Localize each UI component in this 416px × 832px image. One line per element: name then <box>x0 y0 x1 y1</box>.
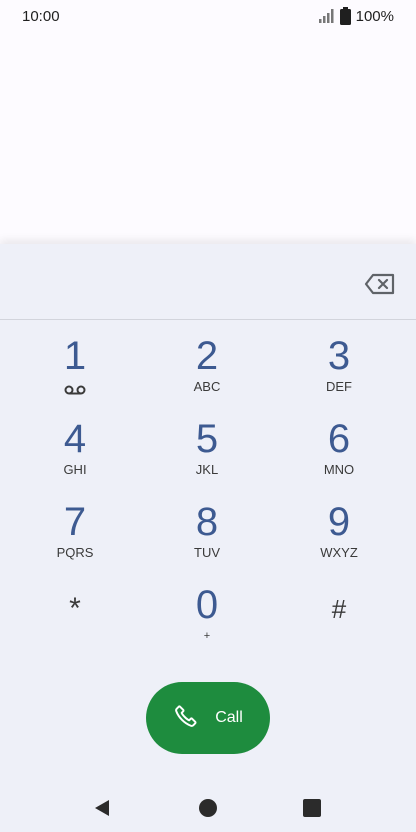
key-digit: 4 <box>63 417 87 461</box>
status-icons: 100% <box>318 7 394 25</box>
key-4[interactable]: 4 GHI <box>15 417 135 495</box>
key-2[interactable]: 2 ABC <box>147 334 267 412</box>
key-8[interactable]: 8 TUV <box>147 500 267 578</box>
key-5[interactable]: 5 JKL <box>147 417 267 495</box>
key-letters: WXYZ <box>320 545 358 560</box>
key-9[interactable]: 9 WXYZ <box>279 500 399 578</box>
key-letters: DEF <box>326 379 352 394</box>
key-3[interactable]: 3 DEF <box>279 334 399 412</box>
key-digit: 9 <box>327 500 351 544</box>
status-time: 10:00 <box>22 8 60 25</box>
phone-icon <box>173 703 199 734</box>
voicemail-icon <box>15 382 135 400</box>
key-0[interactable]: 0 + <box>147 583 267 661</box>
battery-icon <box>339 7 351 25</box>
call-label: Call <box>215 709 243 726</box>
key-letters: ABC <box>193 379 221 394</box>
signal-icon <box>318 9 335 23</box>
status-bar: 10:00 100% <box>0 0 416 34</box>
key-digit: 7 <box>63 500 87 544</box>
key-digit: 3 <box>327 334 351 378</box>
key-star[interactable]: * <box>15 587 135 665</box>
key-letters: TUV <box>194 545 220 560</box>
key-digit: 5 <box>195 417 219 461</box>
key-letters: PQRS <box>56 545 94 560</box>
key-6[interactable]: 6 MNO <box>279 417 399 495</box>
key-letters: + <box>203 630 211 642</box>
key-digit: * <box>69 592 81 625</box>
dialer-screen: 10:00 100% 1 2 ABC 3 DEF 4 GHI 5 JKL 6 M… <box>0 0 416 832</box>
key-digit: 2 <box>195 334 219 378</box>
key-7[interactable]: 7 PQRS <box>15 500 135 578</box>
key-digit: 6 <box>327 417 351 461</box>
key-digit: 1 <box>63 334 87 378</box>
key-1[interactable]: 1 <box>15 334 135 412</box>
home-icon[interactable] <box>190 790 226 826</box>
back-icon[interactable] <box>84 790 120 826</box>
call-button[interactable]: Call <box>146 682 270 754</box>
number-display[interactable] <box>0 244 416 320</box>
key-letters: JKL <box>195 462 219 477</box>
key-hash[interactable]: # <box>279 587 399 665</box>
key-digit: # <box>331 594 347 624</box>
battery-percentage: 100% <box>355 7 394 25</box>
backspace-icon[interactable] <box>364 272 396 296</box>
navigation-bar <box>0 784 416 832</box>
key-letters: GHI <box>63 462 87 477</box>
key-letters: MNO <box>323 462 355 477</box>
recents-icon[interactable] <box>294 790 330 826</box>
dialpad-sheet: 1 2 ABC 3 DEF 4 GHI 5 JKL 6 MNO 7 PQRS 8… <box>0 244 416 832</box>
key-digit: 8 <box>195 500 219 544</box>
key-digit: 0 <box>195 583 219 627</box>
